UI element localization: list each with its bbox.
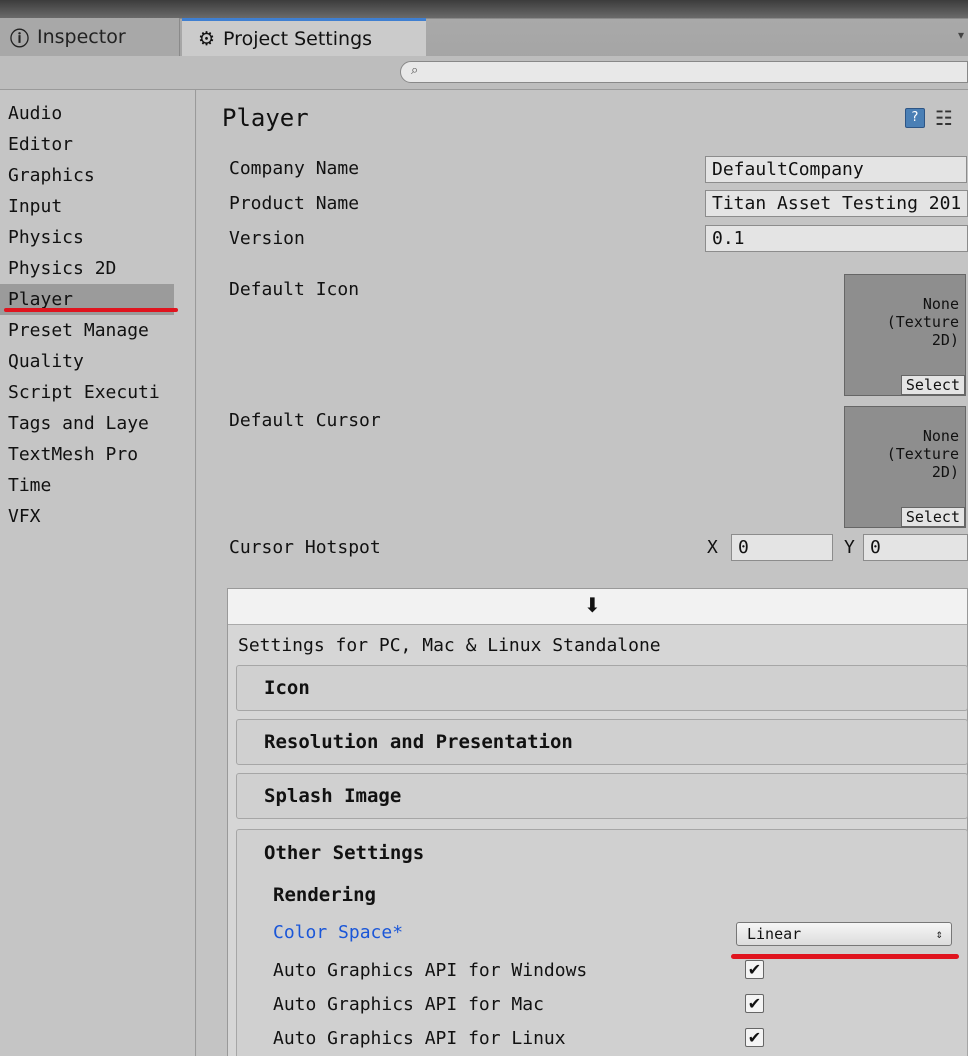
platform-tab-strip: ⬇ <box>228 589 967 625</box>
platform-settings-label: Settings for PC, Mac & Linux Standalone <box>238 635 661 656</box>
tab-inspector-label: Inspector <box>37 26 126 48</box>
tab-bar: ⓘ Inspector ⚙ Project Settings ▾ <box>0 0 968 58</box>
color-space-dropdown[interactable]: Linear ⇕ <box>736 922 952 946</box>
section-other-settings: Other Settings Rendering Color Space* Li… <box>236 829 968 1056</box>
sidebar-item-vfx[interactable]: VFX <box>0 501 174 532</box>
company-name-label: Company Name <box>229 158 360 179</box>
default-cursor-texture-slot[interactable]: None (Texture 2D) Select <box>844 406 966 528</box>
help-icon[interactable]: ? <box>905 108 925 128</box>
sidebar-item-audio[interactable]: Audio <box>0 98 174 129</box>
version-label: Version <box>229 228 305 249</box>
default-icon-label: Default Icon <box>229 279 360 300</box>
dropdown-arrow-icon: ⇕ <box>935 927 943 941</box>
search-row: ⌕ <box>0 56 968 90</box>
window-top-strip <box>0 0 968 18</box>
color-space-value: Linear <box>747 925 802 943</box>
sidebar-item-textmesh-pro[interactable]: TextMesh Pro <box>0 439 174 470</box>
platform-settings-panel: ⬇ Settings for PC, Mac & Linux Standalon… <box>227 588 968 1056</box>
auto-graphics-windows-checkbox[interactable]: ✔ <box>745 960 764 979</box>
version-field[interactable]: 0.1 <box>705 225 968 252</box>
section-icon[interactable]: Icon <box>236 665 968 711</box>
annotation-underline-player <box>4 308 178 312</box>
auto-graphics-mac-label: Auto Graphics API for Mac <box>273 994 544 1015</box>
info-icon: ⓘ <box>10 27 30 50</box>
other-settings-title[interactable]: Other Settings <box>264 842 424 864</box>
sidebar-item-quality[interactable]: Quality <box>0 346 174 377</box>
section-resolution-and-presentation[interactable]: Resolution and Presentation <box>236 719 968 765</box>
tab-menu-icon[interactable]: ▾ <box>958 28 964 42</box>
sidebar-item-tags-and-layers[interactable]: Tags and Laye <box>0 408 174 439</box>
rendering-heading: Rendering <box>273 884 376 906</box>
sidebar-item-editor[interactable]: Editor <box>0 129 174 160</box>
default-cursor-texture-text: None (Texture 2D) <box>886 427 959 481</box>
default-icon-texture-text: None (Texture 2D) <box>886 295 959 349</box>
tab-inspector[interactable]: ⓘ Inspector <box>0 18 180 56</box>
player-settings-panel: Player ? ☷ Company Name DefaultCompany P… <box>197 90 968 1056</box>
settings-sidebar: Audio Editor Graphics Input Physics Phys… <box>0 90 196 1056</box>
hotspot-x-field[interactable]: 0 <box>731 534 833 561</box>
cursor-hotspot-label: Cursor Hotspot <box>229 537 381 558</box>
default-cursor-label: Default Cursor <box>229 410 381 431</box>
auto-graphics-linux-label: Auto Graphics API for Linux <box>273 1028 566 1049</box>
sidebar-item-time[interactable]: Time <box>0 470 174 501</box>
sidebar-item-script-execution[interactable]: Script Executi <box>0 377 174 408</box>
section-splash-image[interactable]: Splash Image <box>236 773 968 819</box>
sidebar-item-input[interactable]: Input <box>0 191 174 222</box>
search-icon: ⌕ <box>411 63 419 78</box>
default-icon-select-button[interactable]: Select <box>900 375 965 395</box>
search-input[interactable]: ⌕ <box>400 61 968 83</box>
hotspot-x-label: X <box>707 537 718 558</box>
color-space-label[interactable]: Color Space* <box>273 922 403 943</box>
default-cursor-select-button[interactable]: Select <box>900 507 965 527</box>
tab-project-settings-label: Project Settings <box>223 27 373 50</box>
sidebar-item-preset-manager[interactable]: Preset Manage <box>0 315 174 346</box>
gear-icon: ⚙ <box>198 27 216 50</box>
sidebar-item-physics-2d[interactable]: Physics 2D <box>0 253 174 284</box>
default-icon-texture-slot[interactable]: None (Texture 2D) Select <box>844 274 966 396</box>
product-name-label: Product Name <box>229 193 360 214</box>
sidebar-item-graphics[interactable]: Graphics <box>0 160 174 191</box>
product-name-field[interactable]: Titan Asset Testing 201 <box>705 190 968 217</box>
hotspot-y-field[interactable]: 0 <box>863 534 968 561</box>
tab-project-settings[interactable]: ⚙ Project Settings <box>182 18 426 56</box>
preset-settings-icon[interactable]: ☷ <box>935 106 953 130</box>
company-name-field[interactable]: DefaultCompany <box>705 156 967 183</box>
auto-graphics-linux-checkbox[interactable]: ✔ <box>745 1028 764 1047</box>
page-title: Player <box>222 104 309 132</box>
auto-graphics-windows-label: Auto Graphics API for Windows <box>273 960 588 981</box>
standalone-platform-icon[interactable]: ⬇ <box>584 593 601 617</box>
sidebar-item-physics[interactable]: Physics <box>0 222 174 253</box>
annotation-underline-color-space <box>731 954 959 959</box>
auto-graphics-mac-checkbox[interactable]: ✔ <box>745 994 764 1013</box>
hotspot-y-label: Y <box>844 537 855 558</box>
